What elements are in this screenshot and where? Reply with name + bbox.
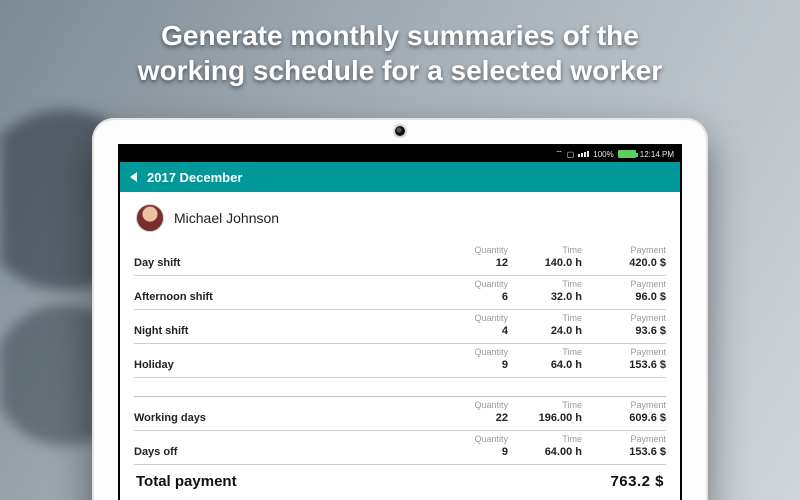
avatar (136, 204, 164, 232)
row-quantity: 12 (438, 257, 508, 269)
tablet-camera (395, 126, 405, 136)
row-payment: 153.6 $ (586, 359, 666, 371)
app-screen: ⌔ ▢ 100% 12:14 PM 2017 December Michael … (118, 144, 682, 500)
row-label: Night shift (134, 325, 434, 337)
row-time: 64.00 h (512, 446, 582, 458)
table-row: Days off Quantity9 Time64.00 h Payment15… (134, 431, 666, 465)
promo-headline-line2: working schedule for a selected worker (40, 53, 760, 88)
nfc-icon: ⌔ (555, 149, 563, 159)
row-time: 140.0 h (512, 257, 582, 269)
total-amount: 763.2 $ (610, 473, 664, 490)
table-row: Afternoon shift Quantity6 Time32.0 h Pay… (134, 276, 666, 310)
row-quantity: 9 (438, 446, 508, 458)
row-time: 32.0 h (512, 291, 582, 303)
table-row: Day shift Quantity 12 Time 140.0 h Payment… (134, 242, 666, 276)
header-title: 2017 December (147, 170, 242, 185)
battery-icon (618, 150, 636, 158)
total-row: Total payment 763.2 $ (134, 465, 666, 490)
row-payment: 93.6 $ (586, 325, 666, 337)
row-payment: 609.6 $ (586, 412, 666, 424)
row-payment: 153.6 $ (586, 446, 666, 458)
row-label: Afternoon shift (134, 291, 434, 303)
back-icon[interactable] (130, 172, 137, 182)
summary-rows: Working days Quantity22 Time196.00 h Pay… (134, 397, 666, 465)
vibrate-icon: ▢ (567, 150, 575, 159)
row-label: Day shift (134, 257, 434, 269)
battery-percent: 100% (593, 150, 613, 159)
row-payment: 420.0 $ (586, 257, 666, 269)
app-header[interactable]: 2017 December (120, 162, 680, 192)
total-label: Total payment (136, 473, 237, 490)
row-quantity: 9 (438, 359, 508, 371)
table-row: Working days Quantity22 Time196.00 h Pay… (134, 397, 666, 431)
row-label: Working days (134, 412, 434, 424)
android-status-bar: ⌔ ▢ 100% 12:14 PM (120, 146, 680, 162)
row-quantity: 22 (438, 412, 508, 424)
table-row: Night shift Quantity4 Time24.0 h Payment… (134, 310, 666, 344)
promo-headline-line1: Generate monthly summaries of the (40, 18, 760, 53)
row-time: 196.00 h (512, 412, 582, 424)
row-time: 64.0 h (512, 359, 582, 371)
signal-icon (578, 151, 589, 157)
row-quantity: 4 (438, 325, 508, 337)
col-header-time: Time (512, 246, 582, 255)
row-label: Holiday (134, 359, 434, 371)
col-header-quantity: Quantity (438, 246, 508, 255)
worker-row[interactable]: Michael Johnson (134, 198, 666, 242)
col-header-payment: Payment (586, 246, 666, 255)
tablet-frame: ⌔ ▢ 100% 12:14 PM 2017 December Michael … (92, 118, 708, 500)
clock: 12:14 PM (640, 150, 674, 159)
row-time: 24.0 h (512, 325, 582, 337)
row-quantity: 6 (438, 291, 508, 303)
row-payment: 96.0 $ (586, 291, 666, 303)
worker-name: Michael Johnson (174, 210, 279, 226)
table-row: Holiday Quantity9 Time64.0 h Payment153.… (134, 344, 666, 378)
row-label: Days off (134, 446, 434, 458)
shift-rows: Day shift Quantity 12 Time 140.0 h Payment… (134, 242, 666, 378)
promo-headline: Generate monthly summaries of the workin… (0, 18, 800, 88)
